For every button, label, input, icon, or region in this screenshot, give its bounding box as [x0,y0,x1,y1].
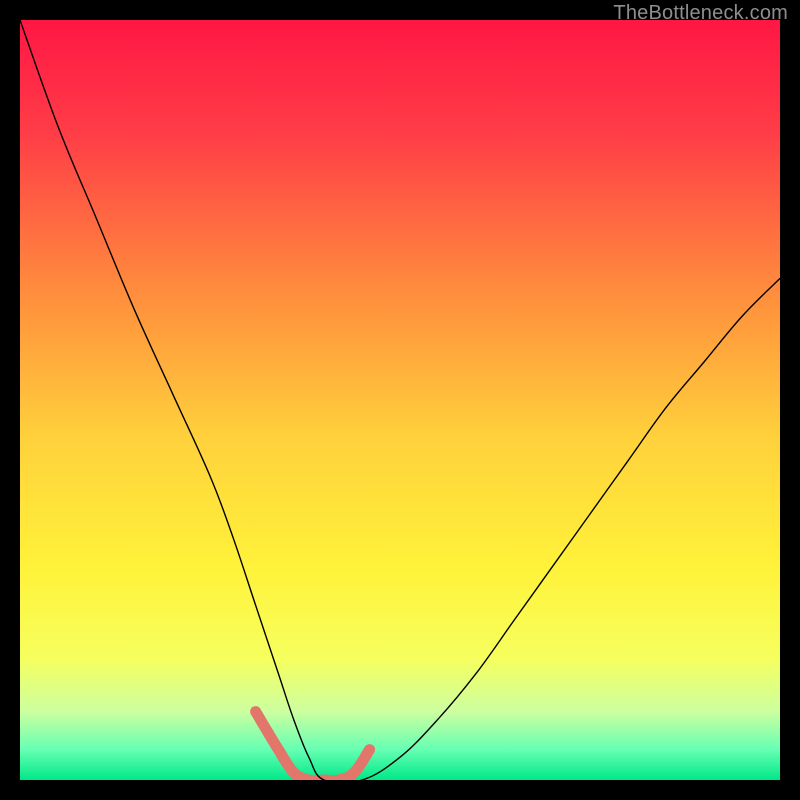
watermark-text: TheBottleneck.com [613,2,788,25]
bottleneck-chart: TheBottleneck.com [0,0,800,800]
background-gradient [20,20,780,780]
plot-area [20,20,780,780]
